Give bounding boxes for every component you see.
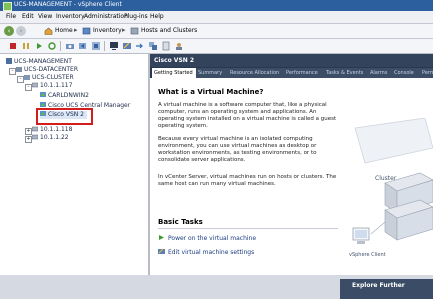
vm-icon [40,92,46,97]
tree-root[interactable]: UCS-MANAGEMENT [6,58,72,66]
tree-host-2[interactable]: 10.1.1.118 [32,126,72,134]
edit-settings-task-label: Edit virtual machine settings [168,249,255,256]
power-on-icon[interactable] [34,41,44,51]
vm-diagram-illustration: Cluster vSphere Client [349,118,433,258]
snapshot-manager-icon[interactable] [91,41,101,51]
tab-alarms[interactable]: Alarms [368,68,393,78]
vsphere-app-icon [3,2,12,11]
explore-further-label: Explore Further [352,282,405,289]
tab-permissions[interactable]: Permissions [420,68,433,78]
tree-datacenter-label: UCS-DATACENTER [24,66,78,73]
menu-administration[interactable]: Administration [84,13,128,20]
window-title: UCS-MANAGEMENT - vSphere Client [14,1,122,8]
tree-host-1[interactable]: 10.1.1.117 [32,82,72,90]
pause-icon[interactable] [21,41,31,51]
clone-icon[interactable] [148,41,158,51]
breadcrumb-separator-icon: ▸ [74,26,78,34]
toolbar-separator [60,41,61,51]
tree-host-2-label: 10.1.1.118 [40,126,73,133]
power-on-icon [159,235,164,240]
forward-button[interactable]: › [16,26,26,36]
tree-cluster-label: UCS-CLUSTER [32,74,74,81]
edit-settings-task-link[interactable]: Edit virtual machine settings [158,248,254,256]
menu-inventory[interactable]: Inventory [56,13,85,20]
selection-highlight-box [36,108,93,125]
power-on-task-link[interactable]: Power on the virtual machine [158,234,256,242]
expand-toggle-icon[interactable]: - [25,84,32,91]
menu-edit[interactable]: Edit [22,13,34,20]
window-titlebar: UCS-MANAGEMENT - vSphere Client [0,0,433,11]
panel-header: Cisco VSN 2 [150,54,433,67]
close-tab-icon[interactable]: ✕ [422,79,430,87]
tree-vm-carldnwin2[interactable]: CARLDNWIN2 [40,92,89,100]
tab-console[interactable]: Console [392,68,421,78]
menu-bar: File Edit View Inventory Administration … [0,11,433,24]
tree-host-3-label: 10.1.1.22 [40,134,69,141]
power-on-task-label: Power on the virtual machine [168,235,257,242]
datacenter-icon [16,67,22,72]
tree-host-3[interactable]: 10.1.1.22 [32,134,69,142]
menu-plugins[interactable]: Plug-ins [124,13,148,20]
tree-vm-carldnwin2-label: CARLDNWIN2 [48,92,89,99]
vcenter-icon [6,58,12,64]
tab-getting-started[interactable]: Getting Started [152,68,197,78]
stop-icon[interactable] [8,41,18,51]
revert-snapshot-icon[interactable] [78,41,88,51]
expand-toggle-icon[interactable]: - [9,68,16,75]
inventory-icon [82,27,91,35]
snapshot-icon[interactable] [65,41,75,51]
tree-cluster[interactable]: UCS-CLUSTER [24,74,74,82]
tree-datacenter[interactable]: UCS-DATACENTER [16,66,78,74]
expand-toggle-icon[interactable]: + [25,136,32,143]
edit-settings-icon [158,248,165,254]
breadcrumb-home[interactable]: Home [55,27,73,34]
back-button[interactable]: ‹ [4,26,14,36]
tree-root-label: UCS-MANAGEMENT [14,58,72,65]
tab-summary[interactable]: Summary [196,68,229,78]
tree-host-1-label: 10.1.1.117 [40,82,73,89]
getting-started-content: ✕ What is a Virtual Machine? A virtual m… [150,78,433,299]
server-stack-icon [384,172,433,241]
host-icon [32,134,38,140]
basic-tasks-heading: Basic Tasks [158,218,203,226]
host-icon [32,126,38,132]
breadcrumb-separator-icon: ▸ [122,26,126,34]
toolbar [0,39,433,54]
basic-tasks-divider [158,228,338,229]
client-computer-icon [352,227,370,244]
tab-performance[interactable]: Performance [284,68,325,78]
section-heading: What is a Virtual Machine? [158,88,264,96]
usage-paragraph: Because every virtual machine is an isol… [158,136,317,163]
template-icon[interactable] [161,41,171,51]
hosts-clusters-icon [130,27,139,35]
breadcrumb-inventory[interactable]: Inventory [93,27,122,34]
breadcrumb-hosts-and-clusters[interactable]: Hosts and Clusters [141,27,197,34]
reset-icon[interactable] [47,41,57,51]
home-icon [44,27,53,35]
edit-settings-icon[interactable] [122,41,132,51]
explore-further-bar[interactable]: Explore Further [340,279,433,299]
expand-toggle-icon[interactable]: - [17,76,24,83]
diagram-client-label: vSphere Client [349,252,386,258]
intro-paragraph: A virtual machine is a software computer… [158,102,337,129]
host-icon [32,82,38,88]
console-icon[interactable] [109,41,119,51]
panel-title: Cisco VSN 2 [154,57,195,64]
tab-strip: Getting Started Summary Resource Allocat… [150,67,433,78]
menu-view[interactable]: View [38,13,52,20]
cluster-icon [24,75,30,80]
toolbar-separator [104,41,105,51]
navigation-bar: ‹ › Home ▸ Inventory ▸ Hosts and Cluster… [0,24,433,39]
expand-toggle-icon[interactable]: + [25,128,32,135]
tab-resource-allocation[interactable]: Resource Allocation [228,68,285,78]
menu-file[interactable]: File [6,13,16,20]
inventory-tree: UCS-MANAGEMENT - UCS-DATACENTER - UCS-CL… [0,54,150,275]
tab-tasks-events[interactable]: Tasks & Events [324,68,369,78]
content-pane: Cisco VSN 2 Getting Started Summary Reso… [150,54,433,299]
migrate-icon[interactable] [135,41,145,51]
vcenter-paragraph: In vCenter Server, virtual machines run … [158,174,337,187]
permissions-icon[interactable] [174,41,184,51]
menu-help[interactable]: Help [150,13,164,20]
